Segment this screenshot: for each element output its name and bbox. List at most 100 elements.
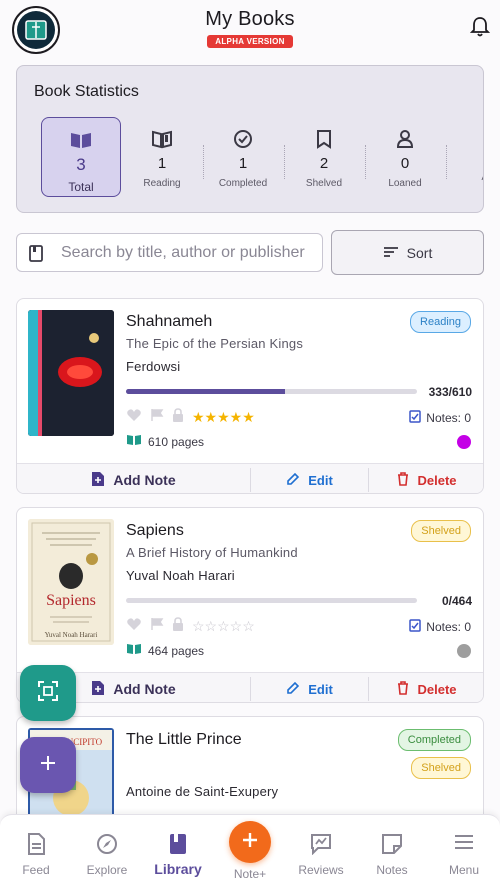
book-subtitle: The Epic of the Persian Kings [126, 336, 304, 351]
note-clipboard-icon [409, 409, 422, 426]
book-color-dot[interactable] [457, 644, 471, 658]
stat-value: 0 [400, 155, 410, 172]
open-book-icon [42, 126, 120, 150]
delete-button[interactable]: Delete [369, 464, 483, 493]
sort-button[interactable]: Sort [331, 230, 484, 275]
notes-label: Notes: 0 [426, 410, 471, 425]
status-badge: Reading [410, 311, 471, 333]
nav-label: Notes [376, 863, 408, 877]
cover-author-text: Yuval Noah Harari [45, 631, 98, 639]
book-quick-actions: ☆☆☆☆☆ [126, 617, 255, 636]
reading-progress-bar [126, 389, 417, 394]
delete-button[interactable]: Delete [369, 673, 483, 702]
book-color-dot[interactable] [457, 435, 471, 449]
delete-label: Delete [417, 681, 457, 697]
flag-icon[interactable] [150, 408, 164, 427]
page-count: 464 pages [126, 643, 204, 658]
stat-loaned[interactable]: 0 Loaned [365, 117, 445, 197]
scan-barcode-button[interactable] [20, 665, 76, 721]
status-badge: Completed [397, 729, 471, 751]
add-note-fab[interactable] [229, 821, 271, 863]
book-search-icon [29, 245, 43, 267]
add-note-label: Add Note [113, 681, 176, 697]
nav-label: Menu [448, 863, 480, 877]
note-clipboard-icon [409, 618, 422, 635]
flag-icon[interactable] [150, 617, 164, 636]
stat-label: Completed [218, 178, 268, 189]
heart-icon[interactable] [126, 617, 142, 636]
stat-completed[interactable]: 1 Completed [203, 117, 283, 197]
check-circle-icon [203, 125, 283, 149]
stat-shelved[interactable]: 2 Shelved [284, 117, 364, 197]
bottom-navigation: Feed Explore Library Note+ Reviews Notes… [0, 814, 500, 891]
cover-title-text: Sapiens [46, 592, 96, 609]
book-title: The Little Prince [126, 731, 242, 748]
book-cover[interactable]: Sapiens Yuval Noah Harari [28, 519, 114, 645]
add-note-label: Add Note [113, 472, 176, 488]
bookmark-icon [284, 125, 364, 149]
edit-label: Edit [308, 472, 333, 488]
hamburger-menu-icon [428, 833, 500, 857]
nav-item-reviews[interactable]: Reviews [285, 815, 357, 891]
edit-label: Edit [308, 681, 333, 697]
progress-text: 333/610 [428, 385, 472, 399]
stat-reading[interactable]: 1 Reading [122, 117, 202, 197]
person-icon [365, 125, 445, 149]
reviews-icon [285, 833, 357, 857]
scan-icon [37, 680, 59, 707]
pages-label: 464 pages [148, 643, 205, 658]
heart-icon[interactable] [126, 408, 142, 427]
add-book-button[interactable] [20, 737, 76, 793]
book-card[interactable]: EL PRINCIPITO The Little Prince Complete… [16, 716, 484, 826]
nav-item-explore[interactable]: Explore [71, 815, 143, 891]
nav-label: Explore [86, 863, 128, 877]
add-note-icon [91, 471, 105, 490]
book-cover[interactable] [28, 310, 114, 436]
stat-more[interactable]: Al [446, 117, 483, 197]
nav-label: Note+ [233, 867, 267, 881]
nav-item-library[interactable]: Library [142, 815, 214, 891]
book-title: Shahnameh [126, 313, 213, 330]
pencil-icon [286, 681, 300, 698]
notes-count[interactable]: Notes: 0 [409, 409, 471, 426]
plus-icon [241, 831, 259, 854]
search-input[interactable] [61, 240, 319, 266]
edit-button[interactable]: Edit [251, 673, 368, 702]
book-author: Yuval Noah Harari [126, 568, 235, 583]
lock-icon[interactable] [172, 408, 184, 427]
lock-icon[interactable] [172, 617, 184, 636]
nav-label: Reviews [298, 863, 344, 877]
edit-button[interactable]: Edit [251, 464, 368, 493]
app-header: My Books ALPHA VERSION [0, 0, 500, 56]
page-count: 610 pages [126, 434, 204, 449]
notes-icon [356, 833, 428, 857]
book-card[interactable]: Shahnameh The Epic of the Persian Kings … [16, 298, 484, 494]
book-card[interactable]: Sapiens Yuval Noah Harari Sapiens A Brie… [16, 507, 484, 703]
pages-book-icon [126, 643, 142, 658]
book-author: Ferdowsi [126, 359, 181, 374]
nav-item-menu[interactable]: Menu [428, 815, 500, 891]
book-statistics-panel: Book Statistics 3 Total 1 Reading 1 Comp… [16, 65, 484, 213]
stat-value: 3 [76, 155, 86, 174]
reading-book-icon [122, 125, 202, 149]
rating-stars[interactable]: ☆☆☆☆☆ [192, 618, 255, 635]
stat-total[interactable]: 3 Total [41, 117, 121, 197]
nav-item-feed[interactable]: Feed [0, 815, 72, 891]
add-note-button[interactable]: Add Note [17, 464, 250, 493]
book-actions-bar: Add Note Edit Delete [17, 463, 483, 493]
nav-item-notes[interactable]: Notes [356, 815, 428, 891]
app-logo[interactable] [12, 6, 60, 54]
notification-bell-icon[interactable] [469, 16, 491, 40]
rating-stars[interactable]: ★★★★★ [192, 409, 255, 426]
delete-label: Delete [417, 472, 457, 488]
nav-label: Library [154, 861, 202, 877]
stat-value: 1 [238, 155, 248, 172]
book-subtitle: A Brief History of Humankind [126, 545, 298, 560]
pencil-icon [286, 472, 300, 489]
library-book-icon [142, 833, 214, 857]
notes-count[interactable]: Notes: 0 [409, 618, 471, 635]
book-actions-bar: Add Note Edit Delete [17, 672, 483, 702]
stat-value: 1 [157, 155, 167, 172]
sort-icon [383, 245, 399, 261]
book-quick-actions: ★★★★★ [126, 408, 255, 427]
